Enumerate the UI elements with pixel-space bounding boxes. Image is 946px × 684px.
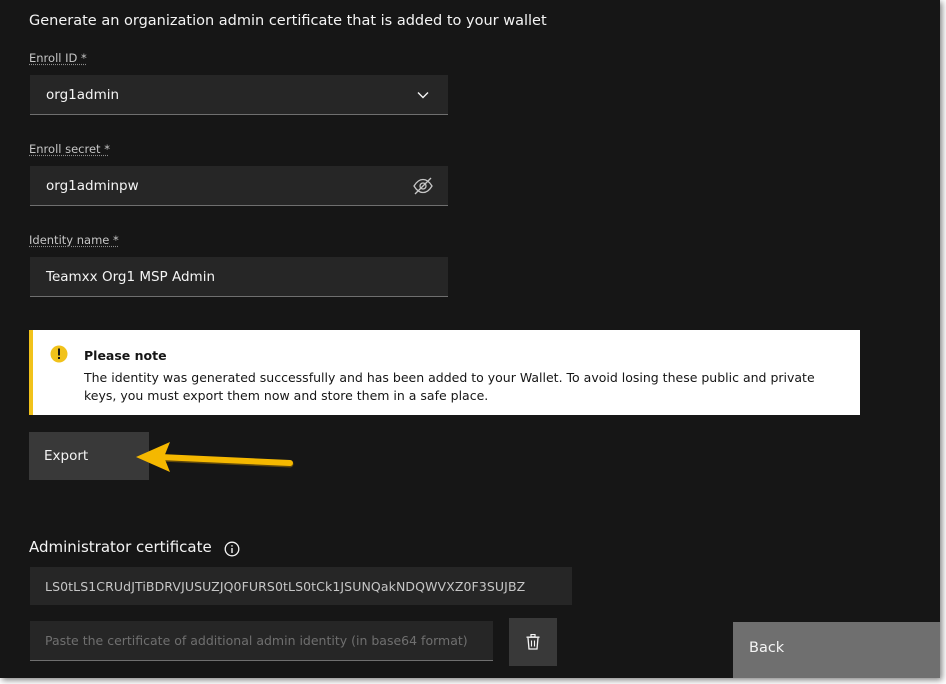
identity-name-label: Identity name * [29,233,119,247]
intro-text: Generate an organization admin certifica… [29,13,547,29]
delete-certificate-button[interactable] [509,618,557,666]
enroll-id-label: Enroll ID * [29,51,87,65]
notice-message: The identity was generated successfully … [84,370,815,403]
info-icon[interactable] [224,541,240,557]
notice-title: Please note [84,348,167,363]
additional-certificate-input[interactable] [30,621,493,661]
eye-off-icon[interactable] [410,173,436,199]
success-notification: Please note The identity was generated s… [29,330,860,415]
enroll-secret-label: Enroll secret * [29,142,110,156]
back-button-label: Back [749,640,785,656]
enroll-secret-input[interactable]: org1adminpw [30,166,448,206]
arrow-annotation [136,442,294,472]
admin-certificate-value: LS0tLS1CRUdJTiBDRVJUSUZJQ0FURS0tLS0tCk1J… [30,567,572,605]
identity-panel: Generate an organization admin certifica… [0,0,940,678]
enroll-secret-value: org1adminpw [46,177,139,194]
trash-icon [526,634,540,650]
warning-icon [50,345,68,363]
identity-name-input[interactable]: Teamxx Org1 MSP Admin [30,257,448,297]
back-button[interactable]: Back [733,622,940,678]
export-button-label: Export [44,448,89,464]
admin-certificate-title: Administrator certificate [29,538,212,556]
enroll-id-value: org1admin [46,86,120,103]
identity-name-value: Teamxx Org1 MSP Admin [46,268,216,285]
chevron-down-icon [410,82,436,108]
enroll-id-select[interactable]: org1admin [30,75,448,115]
